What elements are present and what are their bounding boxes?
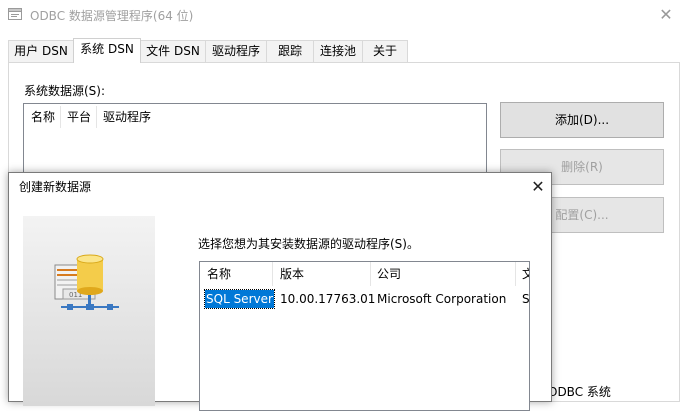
tab-system-dsn[interactable]: 系统 DSN: [73, 38, 141, 63]
odbc-window-icon: [8, 8, 22, 20]
driver-version-cell: 10.00.17763.01: [280, 292, 376, 306]
close-icon: ✕: [659, 5, 673, 24]
tab-user-dsn[interactable]: 用户 DSN: [8, 40, 74, 62]
column-header-version[interactable]: 版本: [280, 262, 304, 286]
close-window-button[interactable]: ✕: [652, 0, 680, 30]
driver-name-cell[interactable]: SQL Server: [204, 289, 275, 309]
tab-tracing[interactable]: 跟踪: [266, 40, 314, 62]
column-separator[interactable]: [96, 106, 97, 128]
tab-file-dsn[interactable]: 文件 DSN: [140, 40, 206, 62]
column-header-name[interactable]: 名称: [207, 262, 231, 286]
title-bar: ODBC 数据源管理程序(64 位) ✕: [0, 0, 680, 30]
dialog-close-button[interactable]: ✕: [525, 173, 551, 201]
column-header-driver[interactable]: 驱动程序: [103, 107, 151, 127]
dialog-instruction: 选择您想为其安装数据源的驱动程序(S)。: [198, 237, 419, 251]
tab-drivers[interactable]: 驱动程序: [205, 40, 267, 62]
column-header-file[interactable]: 文: [522, 262, 529, 286]
window-title: ODBC 数据源管理程序(64 位): [30, 9, 194, 23]
driver-list[interactable]: 名称 版本 公司 文 SQL Server 10.00.17763.01 Mic…: [199, 261, 530, 411]
dialog-title: 创建新数据源: [19, 180, 92, 194]
tab-about[interactable]: 关于: [362, 40, 408, 62]
driver-company-cell: Microsoft Corporation: [377, 292, 507, 306]
column-separator[interactable]: [370, 262, 371, 286]
tab-connection-pooling[interactable]: 连接池: [313, 40, 363, 62]
driver-file-cell: S: [522, 292, 530, 306]
column-header-company[interactable]: 公司: [377, 262, 401, 286]
close-icon: ✕: [531, 177, 545, 196]
column-header-platform[interactable]: 平台: [67, 107, 91, 127]
tab-strip: 用户 DSN 系统 DSN 文件 DSN 驱动程序 跟踪 连接池 关于: [0, 38, 680, 63]
create-new-data-source-dialog: 创建新数据源 ✕ 011 选择您想为其安装数据源的驱动程序(S)。 名称 版本 …: [8, 172, 552, 411]
column-separator[interactable]: [515, 262, 516, 286]
system-data-sources-label: 系统数据源(S):: [24, 84, 106, 98]
add-button[interactable]: 添加(D)...: [500, 102, 664, 138]
column-separator[interactable]: [60, 106, 61, 128]
column-separator[interactable]: [272, 262, 273, 286]
database-network-icon: 011: [54, 254, 119, 310]
column-header-name[interactable]: 名称: [31, 107, 55, 127]
